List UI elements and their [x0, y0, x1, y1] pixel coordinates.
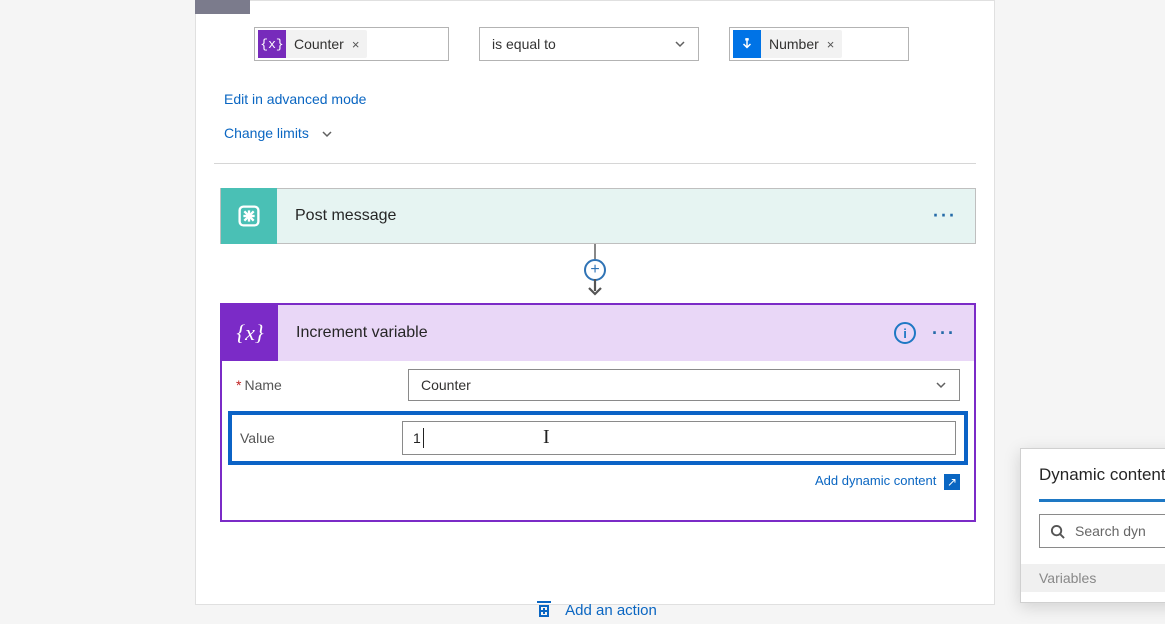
arrow-down-icon [586, 279, 604, 297]
add-dynamic-content-link[interactable]: Add dynamic content ↗ [222, 471, 974, 500]
condition-right-input[interactable]: Number × [729, 27, 909, 61]
divider [214, 163, 976, 164]
token-counter[interactable]: {x} Counter × [258, 30, 367, 58]
text-cursor-icon: I [543, 426, 550, 449]
remove-token-button[interactable]: × [350, 37, 368, 52]
chevron-down-icon [674, 38, 686, 50]
add-action-button[interactable]: Add an action [196, 598, 994, 624]
required-star-icon: * [236, 377, 241, 393]
value-input-value: 1 [413, 430, 421, 446]
value-field-label: Value [240, 430, 402, 446]
card-more-button[interactable]: ··· [932, 323, 956, 344]
name-select-value: Counter [421, 377, 471, 393]
variable-icon: {x} [258, 30, 286, 58]
operator-select[interactable]: is equal to [479, 27, 699, 61]
search-placeholder: Search dyn [1075, 523, 1146, 539]
number-icon [733, 30, 761, 58]
slack-icon [221, 188, 277, 244]
condition-left-input[interactable]: {x} Counter × [254, 27, 449, 61]
flow-canvas: {x} Counter × is equal to Number × Edit … [195, 0, 995, 605]
operator-value: is equal to [492, 36, 556, 52]
token-label: Number [761, 36, 825, 52]
action-card-increment-variable: {x} Increment variable i ··· *Name Count… [220, 303, 976, 522]
change-limits-link[interactable]: Change limits [224, 125, 309, 141]
search-icon [1050, 524, 1065, 539]
insert-step-button[interactable]: + [584, 259, 606, 281]
tab-underline [1039, 499, 1165, 502]
connector: + [196, 243, 994, 297]
card-title: Post message [277, 207, 975, 225]
dynamic-category-variables: Variables [1021, 564, 1165, 592]
text-caret-icon [423, 428, 424, 448]
name-select[interactable]: Counter [408, 369, 960, 401]
remove-token-button[interactable]: × [825, 37, 843, 52]
card-title: Increment variable [278, 324, 974, 342]
token-number[interactable]: Number × [733, 30, 842, 58]
chevron-down-icon [321, 128, 333, 140]
token-label: Counter [286, 36, 350, 52]
collapsed-connector-stub [195, 0, 250, 14]
value-input[interactable]: 1 I [402, 421, 956, 455]
edit-advanced-mode-link[interactable]: Edit in advanced mode [224, 91, 366, 107]
name-field-row: *Name Counter [222, 361, 974, 409]
variable-icon: {x} [222, 305, 278, 361]
name-field-label: *Name [236, 377, 408, 393]
chevron-down-icon [935, 379, 947, 391]
add-action-icon [533, 598, 555, 624]
info-button[interactable]: i [894, 322, 916, 344]
value-field-highlight: Value 1 I [228, 411, 968, 465]
card-more-button[interactable]: ··· [933, 206, 957, 227]
dynamic-content-panel: Dynamic content Search dyn Variables [1020, 448, 1165, 603]
dynamic-content-title: Dynamic content [1039, 465, 1165, 485]
card-header[interactable]: {x} Increment variable i ··· [222, 305, 974, 361]
add-dynamic-icon: ↗ [944, 474, 960, 490]
condition-row: {x} Counter × is equal to Number × [196, 27, 994, 61]
dynamic-search-input[interactable]: Search dyn [1039, 514, 1165, 548]
action-card-post-message[interactable]: Post message ··· [220, 188, 976, 244]
